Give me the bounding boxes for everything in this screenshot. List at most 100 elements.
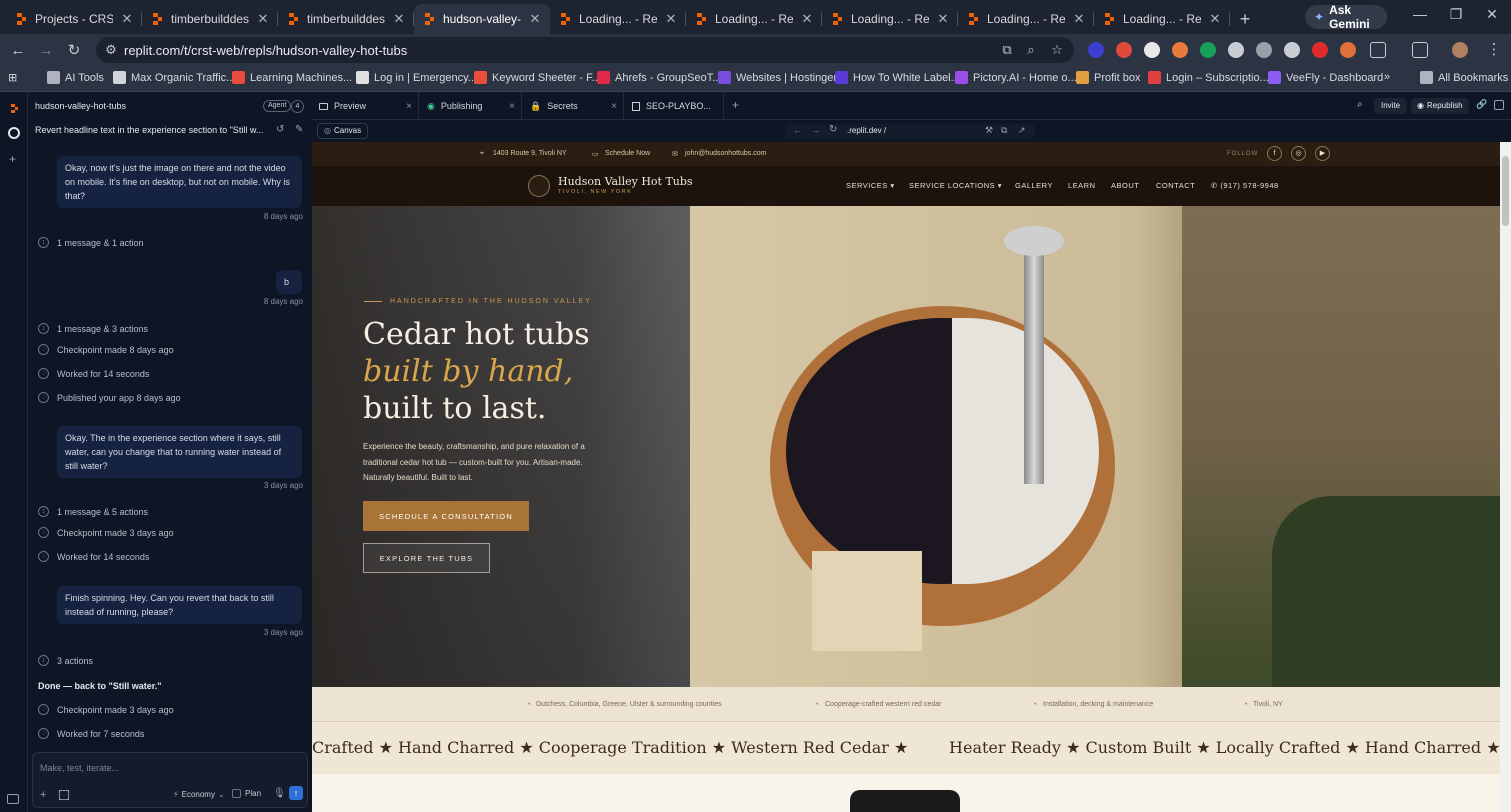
layout-icon[interactable] bbox=[1494, 100, 1504, 110]
browser-tab[interactable]: Loading... - Replit ✕ bbox=[822, 4, 958, 34]
chat-input-box[interactable]: Make, test, iterate... + ⚡ Economy ⌄ Pla… bbox=[32, 752, 308, 808]
back-icon[interactable]: ← bbox=[8, 41, 28, 61]
schedule-consultation-button[interactable]: SCHEDULE A CONSULTATION bbox=[363, 501, 529, 531]
devices-icon[interactable]: ⧉ bbox=[1001, 125, 1007, 136]
extension-icon[interactable] bbox=[1340, 42, 1356, 58]
url-text[interactable]: replit.com/t/crst-web/repls/hudson-valle… bbox=[124, 43, 407, 58]
search-icon[interactable]: ⌕ bbox=[1357, 99, 1363, 110]
schedule-link[interactable]: Schedule Now bbox=[605, 150, 650, 157]
grammarly-icon[interactable] bbox=[1200, 42, 1216, 58]
chat-input[interactable]: Make, test, iterate... bbox=[40, 763, 119, 773]
close-tab-icon[interactable]: ✕ bbox=[936, 11, 950, 27]
microphone-icon[interactable]: 🎙 bbox=[273, 788, 286, 799]
close-tab-icon[interactable]: ✕ bbox=[1072, 11, 1086, 27]
tab-seo-playbook[interactable]: SEO-PLAYBO... bbox=[624, 92, 724, 120]
browser-tab[interactable]: Loading... - Replit ✕ bbox=[1094, 4, 1230, 34]
scrollbar-thumb[interactable] bbox=[1502, 156, 1509, 226]
link-icon[interactable]: 🔗 bbox=[1476, 99, 1487, 110]
bookmark-item[interactable]: How To White Label... bbox=[835, 71, 960, 84]
phone-link[interactable]: ✆ (917) 578-9948 bbox=[1211, 181, 1279, 190]
bookmark-item[interactable]: Keyword Sheeter - F... bbox=[474, 71, 601, 84]
toggle-panel-icon[interactable] bbox=[7, 794, 19, 804]
floating-toolbar[interactable] bbox=[850, 790, 960, 812]
browser-tab[interactable]: Loading... - Replit ✕ bbox=[686, 4, 822, 34]
close-tab-icon[interactable]: × bbox=[611, 101, 617, 112]
extension-icon[interactable] bbox=[1088, 42, 1104, 58]
add-tab-icon[interactable]: + bbox=[732, 98, 739, 112]
extension-icon[interactable] bbox=[1144, 42, 1160, 58]
new-tab-button[interactable]: + bbox=[1230, 4, 1260, 34]
close-tab-icon[interactable]: ✕ bbox=[664, 11, 678, 27]
canvas-button[interactable]: ◎ Canvas bbox=[317, 123, 369, 139]
preview-scrollbar[interactable] bbox=[1500, 142, 1511, 812]
facebook-icon[interactable]: f bbox=[1267, 146, 1282, 161]
agent-badge[interactable]: Agent bbox=[263, 100, 292, 112]
browser-tab[interactable]: Loading... - Replit ✕ bbox=[550, 4, 686, 34]
close-tab-icon[interactable]: ✕ bbox=[256, 11, 270, 27]
nav-learn[interactable]: LEARN bbox=[1068, 181, 1096, 190]
select-element-icon[interactable] bbox=[59, 790, 69, 800]
invite-button[interactable]: Invite bbox=[1374, 98, 1408, 114]
close-tab-icon[interactable]: ✕ bbox=[1208, 11, 1222, 27]
preview-forward-icon[interactable]: → bbox=[811, 125, 820, 135]
bookmark-item[interactable]: Learning Machines... bbox=[232, 71, 352, 84]
menu-icon[interactable]: ⋮ bbox=[1484, 40, 1504, 60]
attach-icon[interactable]: + bbox=[40, 789, 46, 801]
bookmark-star-icon[interactable]: ☆ bbox=[1048, 42, 1066, 58]
extension-icon[interactable] bbox=[1228, 42, 1244, 58]
site-info-icon[interactable]: ⚙ bbox=[102, 42, 120, 58]
history-icon[interactable]: ↺ bbox=[276, 124, 284, 135]
all-bookmarks-button[interactable]: All Bookmarks bbox=[1420, 71, 1508, 84]
actions-row[interactable]: ↕ 3 actions bbox=[38, 655, 93, 666]
bookmark-item[interactable]: Pictory.AI - Home o... bbox=[955, 71, 1077, 84]
bookmark-item[interactable]: Login – Subscriptio... bbox=[1148, 71, 1269, 84]
new-chat-icon[interactable]: ✎ bbox=[295, 124, 303, 135]
nav-gallery[interactable]: GALLERY bbox=[1015, 181, 1053, 190]
plan-toggle[interactable]: Plan bbox=[232, 789, 261, 798]
profile-avatar[interactable] bbox=[1452, 42, 1468, 58]
tab-preview[interactable]: Preview × bbox=[311, 92, 419, 120]
extension-icon[interactable] bbox=[1172, 42, 1188, 58]
forward-icon[interactable]: → bbox=[36, 41, 56, 61]
ask-gemini-button[interactable]: ✦ Ask Gemini bbox=[1305, 3, 1387, 31]
browser-tab[interactable]: Projects - CRST We ✕ bbox=[6, 4, 142, 34]
tab-secrets[interactable]: 🔒 Secrets × bbox=[522, 92, 624, 120]
more-bookmarks-button[interactable]: » bbox=[1384, 71, 1390, 83]
restore-icon[interactable]: ❐ bbox=[1444, 6, 1468, 23]
side-panel-icon[interactable] bbox=[1412, 42, 1428, 58]
browser-tab[interactable]: timberbuilddesign ✕ bbox=[278, 4, 414, 34]
nav-contact[interactable]: CONTACT bbox=[1156, 181, 1195, 190]
extension-icon[interactable] bbox=[1256, 42, 1272, 58]
actions-row[interactable]: ↕ 1 message & 5 actions bbox=[38, 506, 148, 517]
preview-reload-icon[interactable]: ↻ bbox=[829, 124, 837, 135]
preview-back-icon[interactable]: ← bbox=[793, 125, 802, 135]
bookmark-item[interactable]: Ahrefs - GroupSeoT... bbox=[597, 71, 721, 84]
site-email[interactable]: john@hudsonhottubs.com bbox=[685, 150, 766, 157]
republish-button[interactable]: ◉ Republish bbox=[1411, 98, 1469, 114]
site-address[interactable]: 1403 Route 9, Tivoli NY bbox=[493, 150, 567, 157]
actions-row[interactable]: ↕ 1 message & 1 action bbox=[38, 237, 144, 248]
bookmark-item[interactable]: Websites | Hostinger bbox=[718, 71, 837, 84]
open-external-icon[interactable]: ↗ bbox=[1018, 125, 1026, 136]
close-tab-icon[interactable]: ✕ bbox=[392, 11, 406, 27]
browser-tab[interactable]: timberbuilddesign ✕ bbox=[142, 4, 278, 34]
bookmark-item[interactable]: Log in | Emergency... bbox=[356, 71, 477, 84]
explore-tubs-button[interactable]: EXPLORE THE TUBS bbox=[363, 543, 490, 573]
extensions-puzzle-icon[interactable] bbox=[1370, 42, 1386, 58]
preview-url[interactable]: .replit.dev / bbox=[847, 126, 886, 135]
bookmark-item[interactable]: Max Organic Traffic... bbox=[113, 71, 235, 84]
extension-icon[interactable] bbox=[1116, 42, 1132, 58]
tab-publishing[interactable]: ◉ Publishing × bbox=[419, 92, 522, 120]
close-tab-icon[interactable]: ✕ bbox=[528, 11, 542, 27]
omnibox[interactable]: ⚙ replit.com/t/crst-web/repls/hudson-val… bbox=[96, 37, 1074, 63]
agent-icon[interactable] bbox=[8, 127, 20, 139]
bookmark-item[interactable]: Profit box bbox=[1076, 71, 1140, 84]
instagram-icon[interactable]: ◎ bbox=[1291, 146, 1306, 161]
apps-grid-icon[interactable]: ⊞ bbox=[8, 71, 17, 84]
nav-services[interactable]: SERVICES ▾ bbox=[846, 181, 895, 190]
extension-icon[interactable] bbox=[1284, 42, 1300, 58]
nav-service-locations[interactable]: SERVICE LOCATIONS ▾ bbox=[909, 181, 1002, 190]
close-tab-icon[interactable]: ✕ bbox=[800, 11, 814, 27]
brand-name[interactable]: Hudson Valley Hot Tubs bbox=[558, 175, 693, 188]
bookmark-item[interactable]: AI Tools bbox=[47, 71, 104, 84]
